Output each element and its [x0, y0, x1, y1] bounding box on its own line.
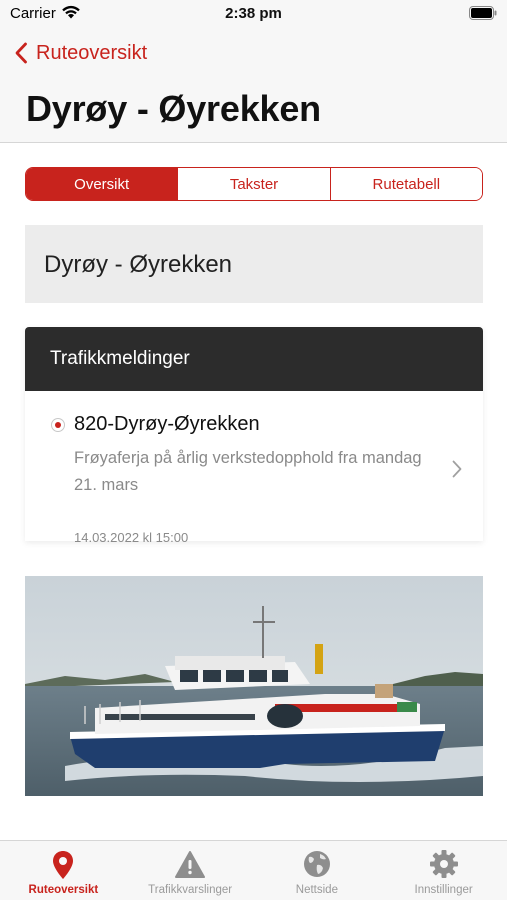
segmented-control: Oversikt Takster Rutetabell	[25, 167, 483, 201]
ferry-illustration	[25, 576, 483, 796]
message-title: 820-Dyrøy-Øyrekken	[74, 413, 260, 435]
tab-label: Nettside	[295, 884, 338, 896]
tab-label: Ruteoversikt	[28, 884, 99, 896]
battery-icon	[469, 6, 497, 20]
traffic-card: Trafikkmeldinger 820-Dyrøy-Øyrekken Frøy…	[25, 327, 483, 545]
back-label: Ruteoversikt	[36, 41, 148, 64]
message-description: Frøyaferja på årlig verkstedopphold fra …	[74, 449, 422, 494]
warning-icon	[175, 851, 206, 878]
traffic-header-title: Trafikkmeldinger	[50, 348, 190, 369]
message-date: 14.03.2022 kl 15:00	[74, 530, 189, 545]
back-button[interactable]: Ruteoversikt	[14, 38, 147, 68]
segment-oversikt[interactable]: Oversikt	[26, 168, 179, 200]
ferry-image	[25, 576, 483, 796]
tab-bar: Ruteoversikt Trafikkvarslinger Nettside	[0, 840, 507, 900]
tab-nettside[interactable]: Nettside	[254, 841, 381, 900]
route-panel-title: Dyrøy - Øyrekken	[44, 251, 233, 278]
gear-icon	[429, 850, 458, 878]
location-pin-icon	[53, 851, 74, 879]
tab-label: Innstillinger	[414, 884, 473, 896]
traffic-header: Trafikkmeldinger	[25, 327, 483, 391]
back-chevron-icon	[15, 42, 27, 64]
chevron-right-icon	[452, 460, 462, 478]
globe-icon	[303, 851, 330, 877]
traffic-message-item[interactable]: 820-Dyrøy-Øyrekken Frøyaferja på årlig v…	[25, 391, 483, 545]
segment-rutetabell[interactable]: Rutetabell	[330, 168, 482, 200]
tab-ruteoversikt[interactable]: Ruteoversikt	[0, 841, 127, 900]
tab-innstillinger[interactable]: Innstillinger	[380, 841, 507, 900]
segment-takster[interactable]: Takster	[178, 168, 331, 200]
status-bar: Carrier 2:38 pm	[0, 0, 507, 30]
status-dot-icon	[51, 418, 65, 432]
route-panel: Dyrøy - Øyrekken	[25, 225, 483, 303]
tab-trafikkvarslinger[interactable]: Trafikkvarslinger	[127, 841, 254, 900]
page-title: Dyrøy - Øyrekken	[26, 88, 321, 129]
tab-label: Trafikkvarslinger	[148, 884, 233, 896]
status-time: 2:38 pm	[225, 5, 282, 22]
nav-header: Ruteoversikt Dyrøy - Øyrekken	[0, 30, 507, 143]
